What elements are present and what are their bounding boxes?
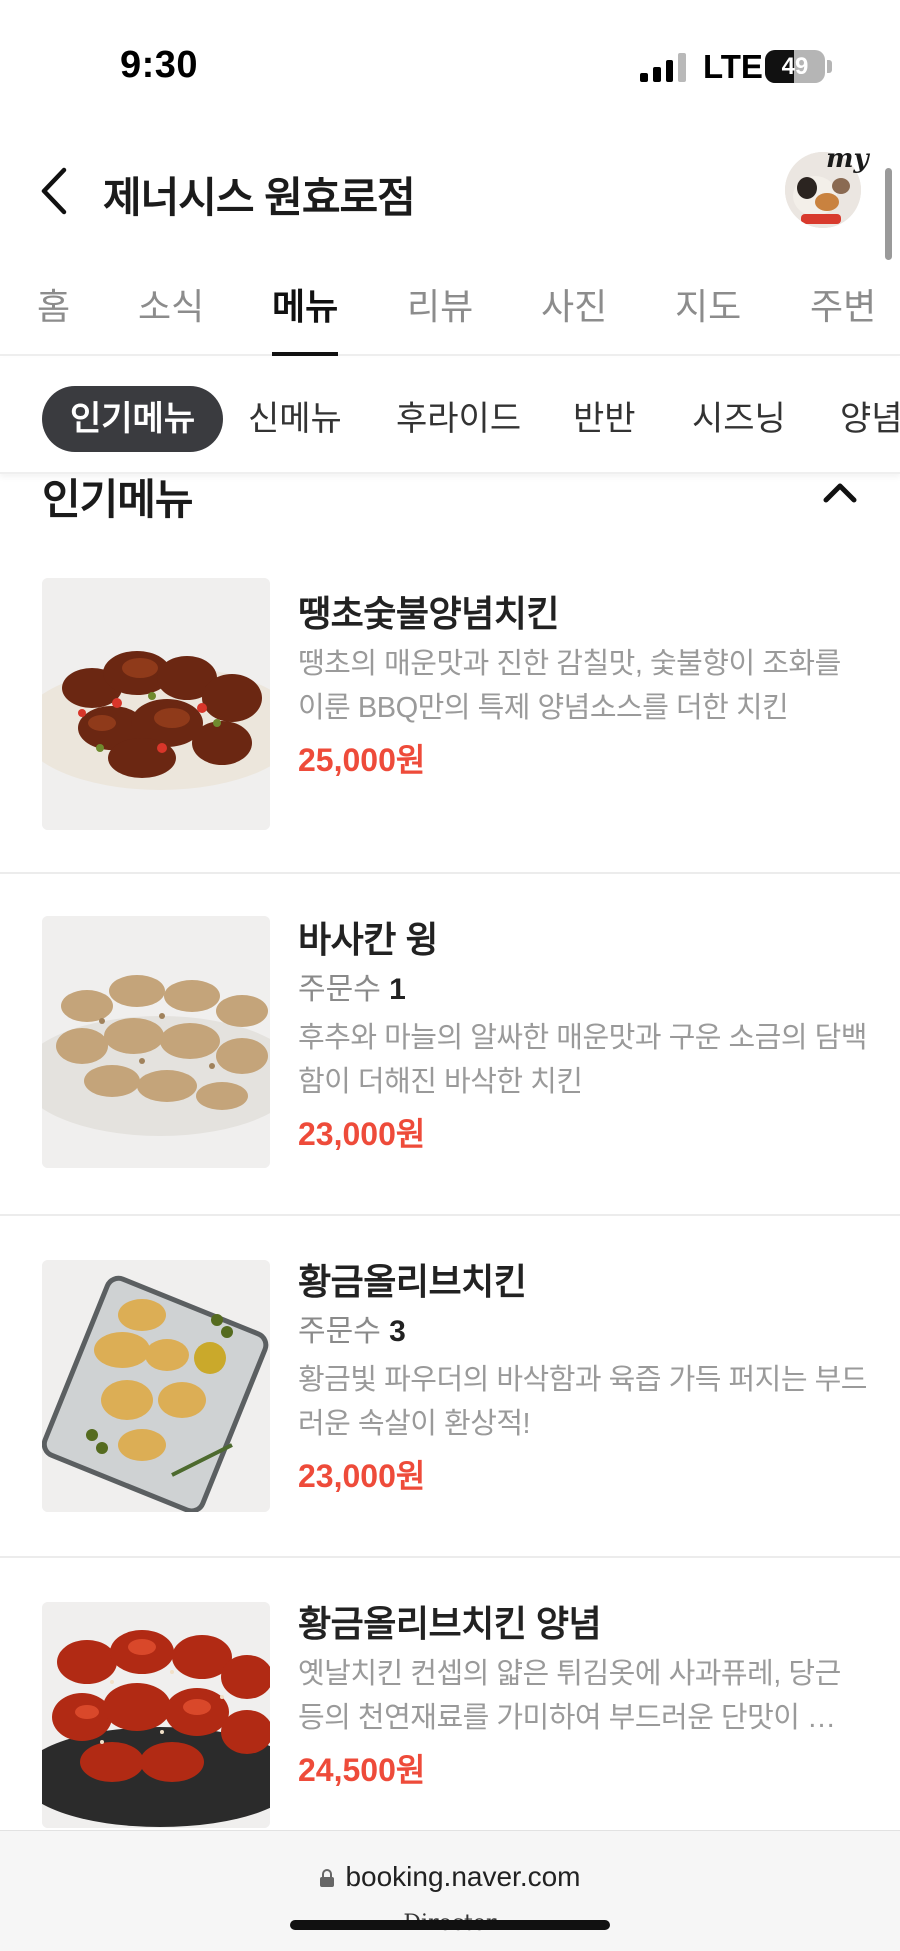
- tab-reviews[interactable]: 리뷰: [407, 278, 473, 356]
- menu-item-text: 땡초숯불양념치킨 땡초의 매운맛과 진한 감칠맛, 숯불향이 조화를 이룬 BB…: [298, 590, 868, 784]
- chevron-up-icon[interactable]: [820, 478, 860, 508]
- avatar-my-badge: my: [826, 144, 869, 174]
- status-time: 9:30: [120, 44, 199, 86]
- menu-item-order-count: 주문수 3: [298, 1310, 868, 1354]
- tab-news[interactable]: 소식: [138, 278, 204, 356]
- chip-seasoning[interactable]: 시즈닝: [692, 386, 786, 452]
- order-count-value: 3: [389, 1315, 406, 1348]
- back-chevron-icon[interactable]: [34, 166, 74, 216]
- menu-item-description: 후추와 마늘의 알싸한 매운맛과 구운 소금의 담백함이 더해진 바삭한 치킨: [298, 1022, 867, 1098]
- chip-popular[interactable]: 인기메뉴: [42, 386, 224, 452]
- menu-item-name: 황금올리브치킨: [298, 1261, 527, 1302]
- category-chip-bar: 인기메뉴 신메뉴 후라이드 반반 시즈닝 양념: [0, 358, 900, 474]
- chip-fried[interactable]: 후라이드: [396, 386, 521, 452]
- battery-icon: 49: [765, 50, 825, 83]
- tab-home[interactable]: 홈: [37, 278, 70, 356]
- url-text: booking.naver.com: [345, 1861, 581, 1892]
- tab-nearby[interactable]: 주변: [810, 278, 876, 356]
- menu-item-description: 황금빛 파우더의 바삭함과 육즙 가득 퍼지는 부드러운 속살이 환상적!: [298, 1364, 867, 1440]
- menu-item-image: [42, 578, 270, 830]
- menu-item-image: [42, 916, 270, 1168]
- menu-item[interactable]: 황금올리브치킨 주문수 3 황금빛 파우더의 바삭함과 육즙 가득 퍼지는 부드…: [0, 1218, 900, 1558]
- battery-tip: [827, 60, 832, 73]
- menu-item-description: 옛날치킨 컨셉의 얇은 튀김옷에 사과퓨레, 당근 등의 천연재료를 가미하여 …: [298, 1658, 841, 1734]
- browser-url-bar[interactable]: booking.naver.com Director: [0, 1830, 900, 1951]
- lock-icon: [320, 1869, 335, 1887]
- menu-item-name: 황금올리브치킨 양념: [298, 1603, 602, 1644]
- menu-item-name: 바사칸 윙: [298, 919, 438, 960]
- menu-item-text: 황금올리브치킨 양념 옛날치킨 컨셉의 얇은 튀김옷에 사과퓨레, 당근 등의 …: [298, 1600, 868, 1794]
- scrollbar[interactable]: [885, 168, 892, 260]
- battery-percent: 49: [781, 53, 809, 80]
- menu-item-image: [42, 1260, 270, 1512]
- menu-item-price: 24,500원: [298, 1752, 426, 1788]
- order-count-value: 1: [389, 973, 406, 1006]
- section-title: 인기메뉴: [42, 476, 194, 523]
- menu-item-order-count: 주문수 1: [298, 968, 868, 1012]
- order-count-label: 주문수: [298, 1315, 381, 1348]
- menu-item-description: 땡초의 매운맛과 진한 감칠맛, 숯불향이 조화를 이룬 BBQ만의 특제 양념…: [298, 648, 841, 724]
- tab-photos[interactable]: 사진: [541, 278, 607, 356]
- home-indicator[interactable]: [290, 1920, 610, 1930]
- carrier-label: LTE: [703, 48, 763, 85]
- order-count-label: 주문수: [298, 973, 381, 1006]
- menu-item-price: 23,000원: [298, 1116, 426, 1152]
- status-bar: 9:30 LTE 49: [0, 0, 900, 130]
- tab-menu[interactable]: 메뉴: [272, 278, 339, 356]
- store-title: 제너시스 원효로점: [103, 174, 416, 221]
- chip-new[interactable]: 신메뉴: [248, 386, 342, 452]
- menu-item-image: [42, 1602, 270, 1828]
- menu-item-name: 땡초숯불양념치킨: [298, 593, 559, 634]
- cellular-signal-icon: [640, 52, 686, 82]
- chip-half-half[interactable]: 반반: [573, 386, 636, 452]
- menu-item[interactable]: 땡초숯불양념치킨 땡초의 매운맛과 진한 감칠맛, 숯불향이 조화를 이룬 BB…: [0, 548, 900, 874]
- menu-item[interactable]: 바사칸 윙 주문수 1 후추와 마늘의 알싸한 매운맛과 구운 소금의 담백함이…: [0, 876, 900, 1216]
- tab-map[interactable]: 지도: [675, 278, 741, 356]
- menu-item-text: 바사칸 윙 주문수 1 후추와 마늘의 알싸한 매운맛과 구운 소금의 담백함이…: [298, 916, 868, 1158]
- menu-item-price: 25,000원: [298, 742, 426, 778]
- url-display[interactable]: booking.naver.com: [0, 1861, 900, 1893]
- menu-item-text: 황금올리브치킨 주문수 3 황금빛 파우더의 바삭함과 육즙 가득 퍼지는 부드…: [298, 1258, 868, 1500]
- chip-yangnyeom[interactable]: 양념: [840, 386, 900, 452]
- store-header: 제너시스 원효로점 my: [0, 140, 900, 240]
- main-tab-bar: 홈 소식 메뉴 리뷰 사진 지도 주변: [0, 270, 900, 356]
- menu-item-price: 23,000원: [298, 1458, 426, 1494]
